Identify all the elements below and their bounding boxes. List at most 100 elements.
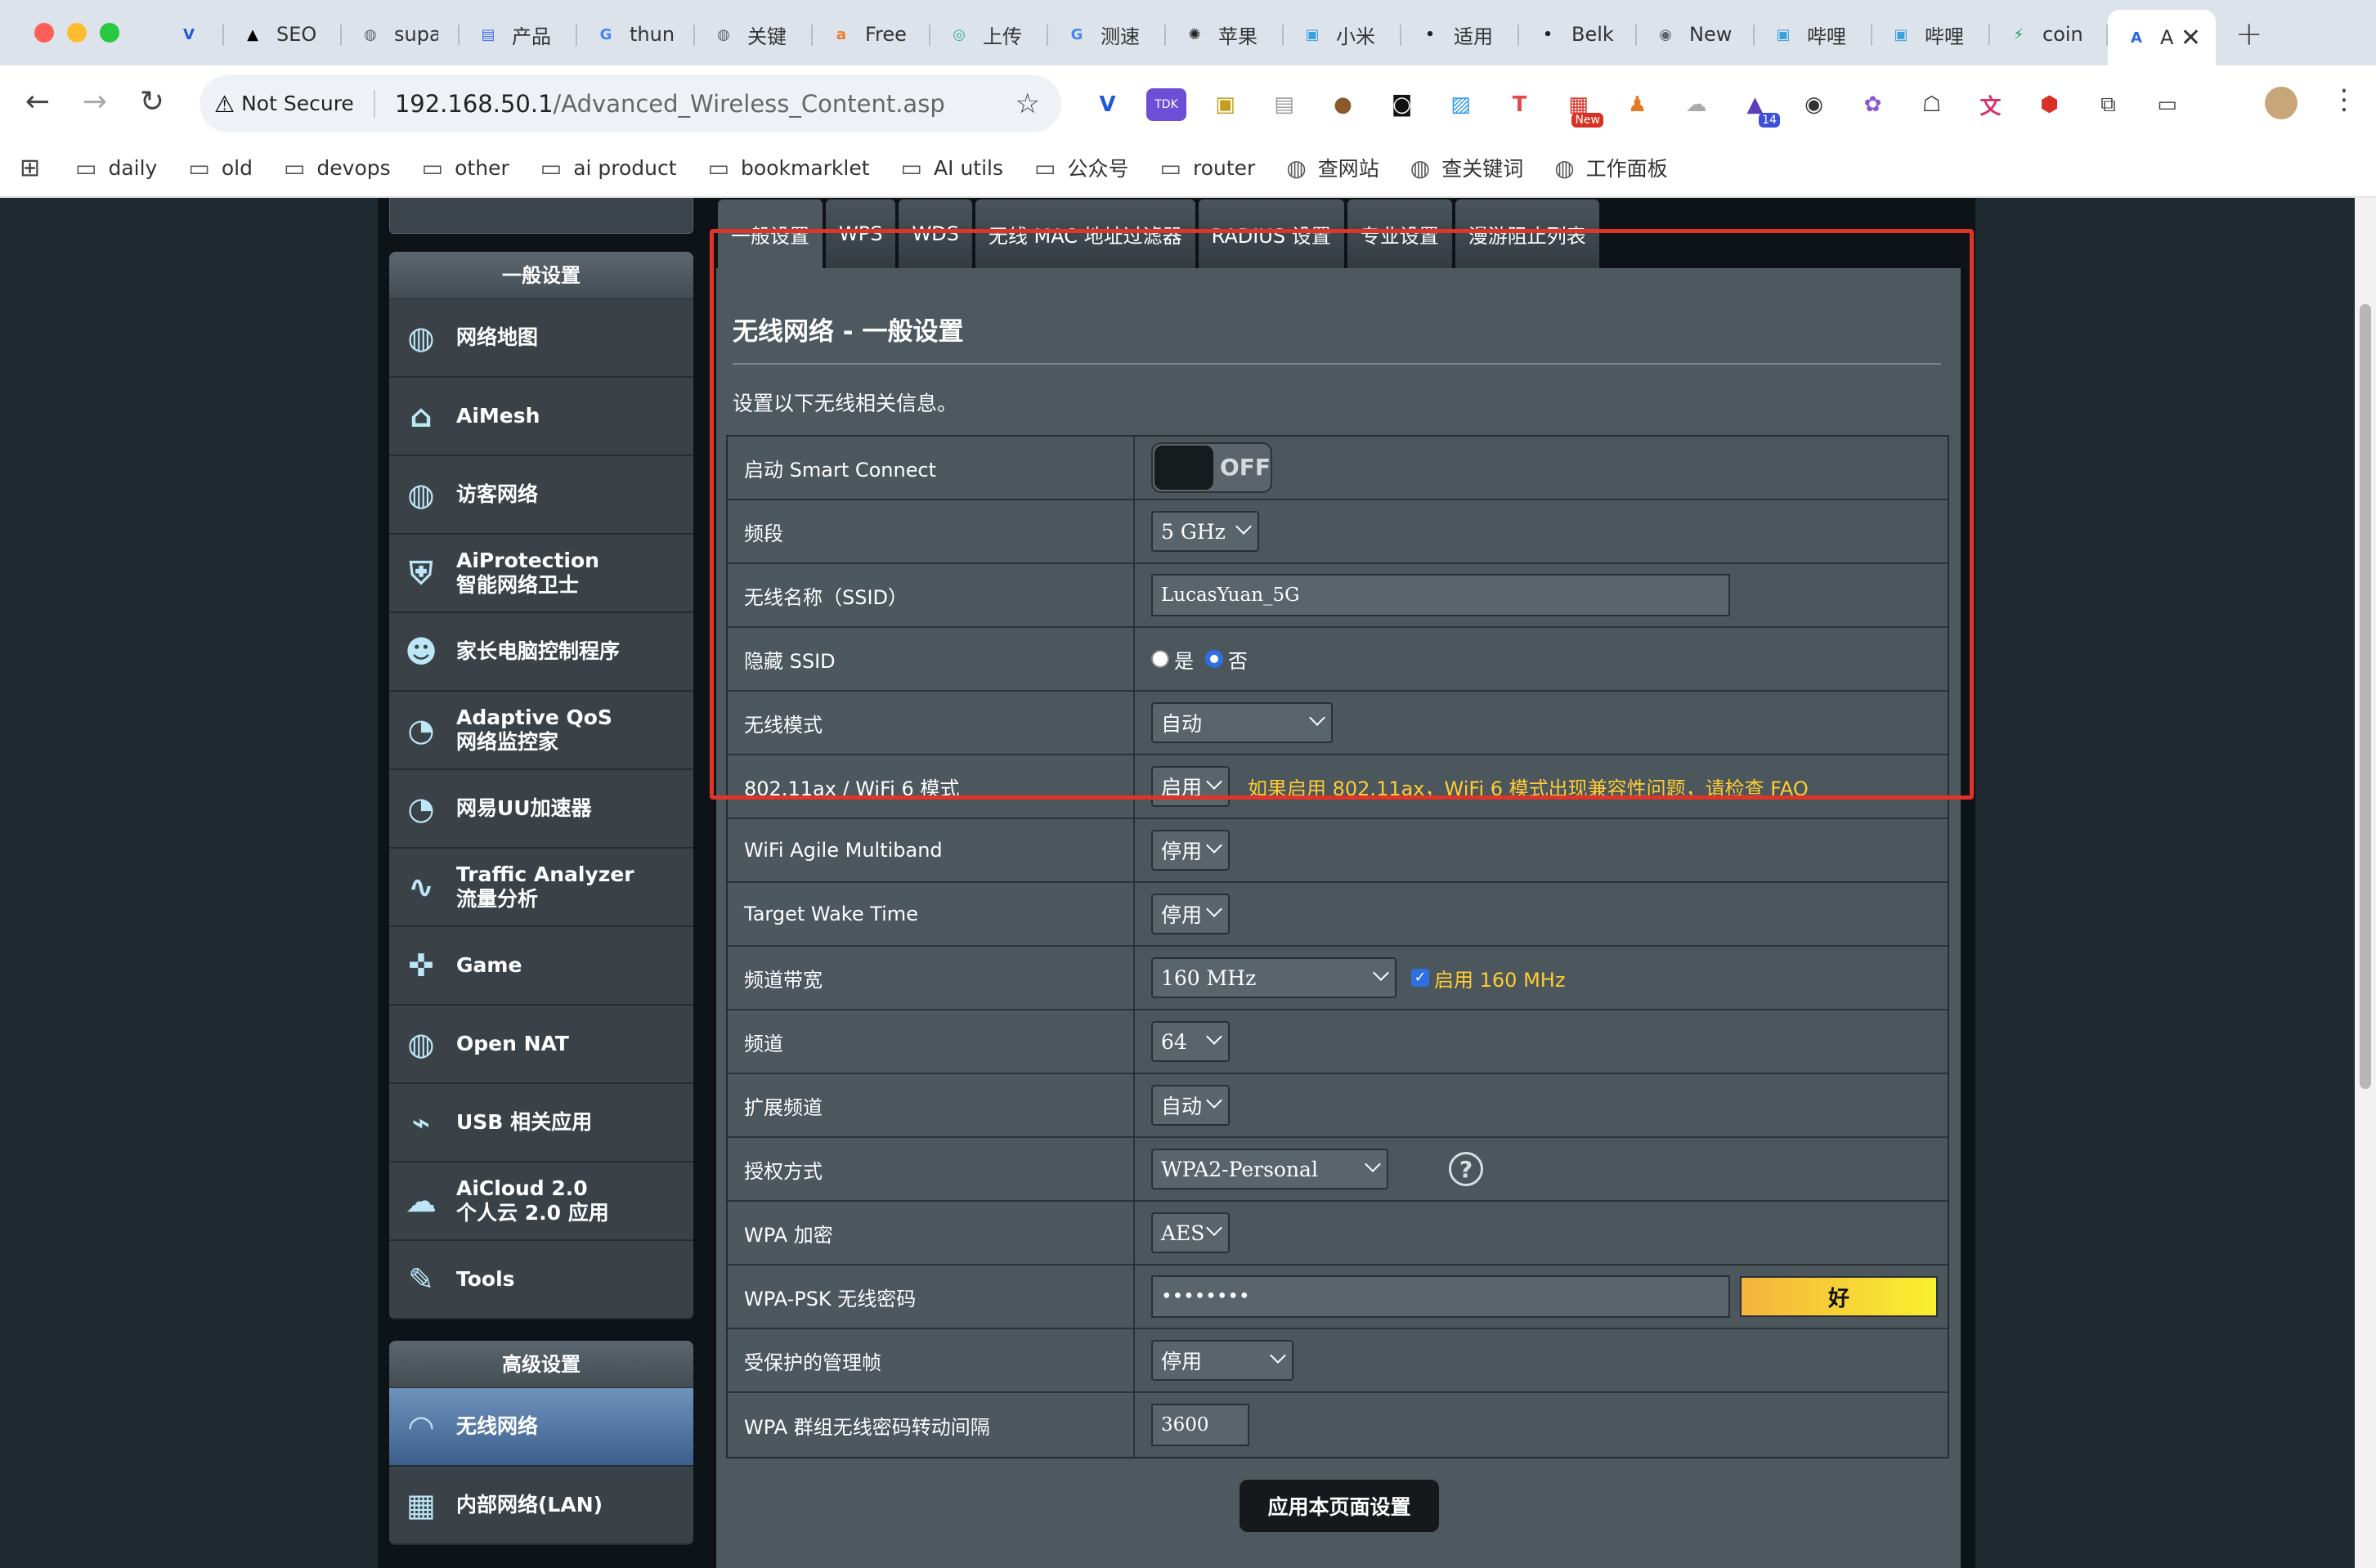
- cloud-extension-icon[interactable]: ☁: [1676, 88, 1716, 121]
- tag-extension-icon[interactable]: ▣: [1205, 88, 1245, 121]
- browser-tab[interactable]: ▲ SEO: [224, 10, 342, 59]
- close-window-button[interactable]: [34, 23, 54, 43]
- bookmark-item[interactable]: ▭ bookmarklet: [708, 155, 870, 181]
- bookmark-item[interactable]: ▭ router: [1160, 155, 1256, 181]
- smart-connect-toggle[interactable]: OFF: [1151, 442, 1272, 493]
- browser-tab[interactable]: ◎ 上传: [930, 10, 1048, 59]
- band-select[interactable]: 5 GHz: [1151, 511, 1259, 552]
- browser-tab[interactable]: ▣ 哔哩: [1872, 10, 1990, 59]
- ssid-input[interactable]: LucasYuan_5G: [1151, 574, 1730, 616]
- chess-extension-icon[interactable]: ♟: [1617, 88, 1657, 121]
- warning-icon[interactable]: ⚠: [214, 91, 235, 118]
- content-tab[interactable]: 专业设置: [1347, 199, 1452, 268]
- stop-extension-icon[interactable]: ⬢: [2029, 88, 2069, 121]
- content-tab[interactable]: WDS: [899, 199, 972, 268]
- sidebar-item[interactable]: ◔ Adaptive QoS 网络监控家: [389, 692, 693, 770]
- bookmark-item[interactable]: ◍ 查网站: [1286, 153, 1379, 182]
- enable-160mhz-checkbox[interactable]: ✓: [1411, 969, 1429, 987]
- browser-tab[interactable]: ▣ 小米: [1284, 10, 1401, 59]
- back-icon[interactable]: ←: [20, 85, 56, 119]
- sidebar-item[interactable]: ◔ 网易UU加速器: [389, 770, 693, 849]
- reload-icon[interactable]: ↻: [134, 85, 170, 119]
- bookmark-item[interactable]: ▭ AI utils: [901, 155, 1003, 181]
- sidebar-item[interactable]: ☁ AiCloud 2.0 个人云 2.0 应用: [389, 1163, 693, 1241]
- faq-link[interactable]: FAQ: [1770, 777, 1809, 800]
- close-tab-icon[interactable]: ✕: [2181, 24, 2201, 52]
- sidebar-item[interactable]: ◍ Open NAT: [389, 1006, 693, 1084]
- browser-tab[interactable]: G 测速: [1048, 10, 1166, 59]
- scroll-thumb[interactable]: [2360, 304, 2371, 1089]
- wireless-mode-select[interactable]: 自动: [1151, 702, 1333, 743]
- cookie-icon[interactable]: ●: [1323, 88, 1363, 121]
- auth-method-select[interactable]: WPA2-Personal: [1151, 1149, 1388, 1189]
- minimize-window-button[interactable]: [67, 23, 87, 43]
- sidebar-item[interactable]: ◍ 网络地图: [389, 299, 693, 378]
- target-wake-time-select[interactable]: 停用: [1151, 894, 1230, 934]
- forward-icon[interactable]: →: [77, 85, 113, 119]
- avatar[interactable]: [2265, 87, 2298, 119]
- bookmark-item[interactable]: ▭ devops: [284, 155, 391, 181]
- bookmark-item[interactable]: ◍ 查关键词: [1410, 153, 1523, 182]
- apply-settings-button[interactable]: 应用本页面设置: [1240, 1480, 1439, 1532]
- tab-search-icon[interactable]: ▭: [2147, 88, 2187, 121]
- robot-icon[interactable]: ☖: [1912, 88, 1952, 121]
- wpa-psk-input[interactable]: ••••••••: [1151, 1275, 1730, 1318]
- bookmark-item[interactable]: ◍ 工作面板: [1554, 153, 1667, 182]
- sidebar-item[interactable]: ⌂ AiMesh: [389, 378, 693, 456]
- bookmark-star-icon[interactable]: ☆: [1015, 87, 1040, 120]
- agile-multiband-select[interactable]: 停用: [1151, 830, 1230, 871]
- page-extension-icon[interactable]: ▤: [1264, 88, 1304, 121]
- sidebar-item[interactable]: ✎ Tools: [389, 1241, 693, 1319]
- sidebar-item[interactable]: ◠ 无线网络: [389, 1388, 693, 1467]
- sidebar-item[interactable]: ▦ 内部网络(LAN): [389, 1467, 693, 1545]
- tab-active[interactable]: A A ✕: [2108, 10, 2216, 65]
- sidebar-item[interactable]: ⌁ USB 相关应用: [389, 1084, 693, 1163]
- browser-tab[interactable]: ◍ supa: [342, 10, 460, 59]
- bookmark-item[interactable]: ▭ other: [422, 155, 509, 181]
- browser-tab[interactable]: ▣ 哔哩: [1755, 10, 1872, 59]
- puzzle-icon[interactable]: ⧉: [2088, 88, 2128, 121]
- address-bar[interactable]: ⚠ Not Secure 192.168.50.1/Advanced_Wirel…: [199, 75, 1061, 132]
- content-tab[interactable]: RADIUS 设置: [1198, 199, 1344, 268]
- pmf-select[interactable]: 停用: [1151, 1340, 1293, 1381]
- group-key-interval-input[interactable]: 3600: [1151, 1404, 1249, 1446]
- browser-tab[interactable]: ⚡ coin: [1990, 10, 2108, 59]
- page-scrollbar[interactable]: [2355, 198, 2376, 1568]
- ax-mode-select[interactable]: 启用: [1151, 766, 1230, 807]
- t-extension-icon[interactable]: T: [1500, 88, 1540, 121]
- new-tab-button[interactable]: +: [2235, 16, 2263, 53]
- sidebar-item[interactable]: ◍ 访客网络: [389, 456, 693, 535]
- ext-channel-select[interactable]: 自动: [1151, 1085, 1230, 1126]
- not-secure-label[interactable]: Not Secure: [241, 90, 375, 118]
- bookmark-item[interactable]: ▭ old: [188, 155, 253, 181]
- browser-tab[interactable]: Gthun: [577, 10, 695, 59]
- new-extension-icon[interactable]: ▦ New: [1558, 88, 1603, 128]
- fullscreen-window-button[interactable]: [100, 23, 119, 43]
- browser-tab[interactable]: • 适用: [1401, 10, 1519, 59]
- doc-search-extension-icon[interactable]: ▨: [1441, 88, 1481, 121]
- browser-tab[interactable]: • Belk: [1519, 10, 1637, 59]
- bookmark-item[interactable]: ▭ ai product: [540, 155, 677, 181]
- translate-extension-icon[interactable]: 文: [1970, 88, 2011, 121]
- brain-icon[interactable]: ✿: [1853, 88, 1893, 121]
- browser-tab[interactable]: a Free: [813, 10, 930, 59]
- content-tab[interactable]: 漫游阻止列表: [1455, 199, 1599, 268]
- channel-select[interactable]: 64: [1151, 1021, 1230, 1062]
- browser-tab[interactable]: ✺ 苹果: [1166, 10, 1284, 59]
- more-menu-icon[interactable]: ⋮: [2330, 83, 2358, 116]
- content-tab[interactable]: 一般设置: [718, 199, 823, 268]
- help-icon[interactable]: ?: [1449, 1152, 1483, 1186]
- channel-bandwidth-select[interactable]: 160 MHz: [1151, 957, 1396, 998]
- sidebar-item[interactable]: ✜ Game: [389, 927, 693, 1006]
- hide-ssid-no-radio[interactable]: [1205, 650, 1223, 668]
- sidebar-item[interactable]: ∿ Traffic Analyzer 流量分析: [389, 849, 693, 927]
- url-text[interactable]: 192.168.50.1/Advanced_Wireless_Content.a…: [395, 90, 945, 118]
- content-tab[interactable]: 无线 MAC 地址过滤器: [975, 199, 1195, 268]
- bookmark-item[interactable]: ▭ 公众号: [1034, 153, 1128, 182]
- vercel-like-v-icon[interactable]: V: [1087, 88, 1127, 121]
- browser-tab[interactable]: ▤ 产品: [460, 10, 577, 59]
- browser-tab[interactable]: ◍ 关键: [695, 10, 813, 59]
- glasses-extension-icon[interactable]: ◙: [1382, 88, 1422, 121]
- sidebar-item[interactable]: ⛨ AiProtection 智能网络卫士: [389, 535, 693, 613]
- sidebar-item[interactable]: ☻ 家长电脑控制程序: [389, 613, 693, 692]
